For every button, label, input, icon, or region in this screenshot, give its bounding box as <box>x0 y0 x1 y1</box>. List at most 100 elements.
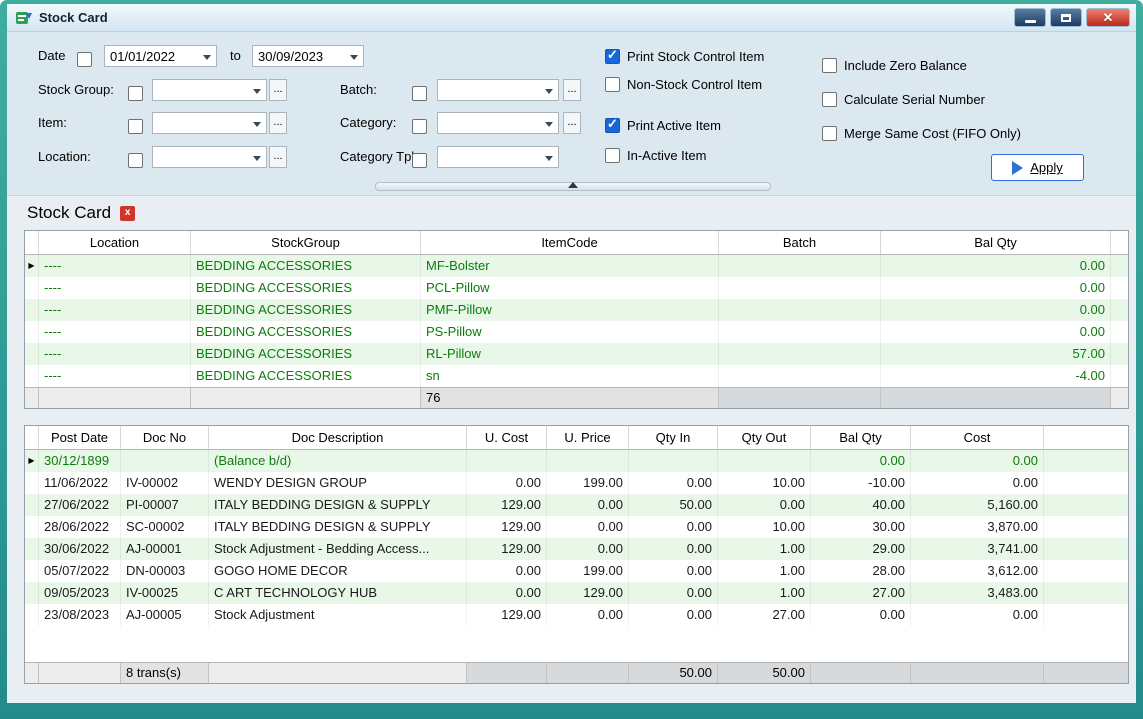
column-header-stockgroup[interactable]: StockGroup <box>191 231 421 254</box>
cell: RL-Pillow <box>421 343 719 365</box>
date-label: Date <box>38 45 65 67</box>
items-grid-footer: 76 <box>25 387 1128 408</box>
checkbox-calculate-serial-number[interactable]: Calculate Serial Number <box>822 88 985 110</box>
cell: 0.00 <box>467 560 547 582</box>
cell: 50.00 <box>629 494 718 516</box>
location-combo[interactable] <box>152 146 267 168</box>
tab-stock-card[interactable]: Stock Card <box>27 203 111 223</box>
column-header-u-cost[interactable]: U. Cost <box>467 426 547 449</box>
table-row[interactable]: 28/06/2022SC-00002ITALY BEDDING DESIGN &… <box>25 516 1128 538</box>
tab-close-icon[interactable]: x <box>120 206 135 221</box>
cell: Stock Adjustment - Bedding Access... <box>209 538 467 560</box>
stock-group-combo[interactable] <box>152 79 267 101</box>
cell <box>718 450 811 472</box>
apply-button-label: Apply <box>1030 160 1063 175</box>
column-header-bal-qty[interactable]: Bal Qty <box>811 426 911 449</box>
table-row[interactable]: 05/07/2022DN-00003GOGO HOME DECOR0.00199… <box>25 560 1128 582</box>
column-header-doc-description[interactable]: Doc Description <box>209 426 467 449</box>
item-combo[interactable] <box>152 112 267 134</box>
item-checkbox-box <box>128 119 143 134</box>
column-header-location[interactable]: Location <box>39 231 191 254</box>
table-row[interactable]: 11/06/2022IV-00002WENDY DESIGN GROUP0.00… <box>25 472 1128 494</box>
category-tpl-combo[interactable] <box>437 146 559 168</box>
cell: 199.00 <box>547 472 629 494</box>
transactions-grid-header: Post DateDoc NoDoc DescriptionU. CostU. … <box>25 426 1128 450</box>
category-tpl-label: Category Tpl: <box>340 146 418 168</box>
column-header-bal-qty[interactable]: Bal Qty <box>881 231 1111 254</box>
table-row[interactable]: ----BEDDING ACCESSORIESsn-4.00 <box>25 365 1128 387</box>
cell: 0.00 <box>629 582 718 604</box>
checkbox-include-zero-balance[interactable]: Include Zero Balance <box>822 54 967 76</box>
minimize-button[interactable] <box>1014 8 1046 27</box>
column-header-itemcode[interactable]: ItemCode <box>421 231 719 254</box>
batch-browse-button[interactable]: ... <box>563 79 581 101</box>
checkbox-box <box>605 77 620 92</box>
footer-cell <box>25 388 39 408</box>
table-row[interactable]: ----BEDDING ACCESSORIESPS-Pillow0.00 <box>25 321 1128 343</box>
date-to-label: to <box>230 45 241 67</box>
cell: WENDY DESIGN GROUP <box>209 472 467 494</box>
cell: BEDDING ACCESSORIES <box>191 343 421 365</box>
footer-cell <box>1111 388 1128 408</box>
category-combo[interactable] <box>437 112 559 134</box>
table-row[interactable]: 27/06/2022PI-00007ITALY BEDDING DESIGN &… <box>25 494 1128 516</box>
column-header-qty-in[interactable]: Qty In <box>629 426 718 449</box>
cell: 0.00 <box>811 604 911 626</box>
table-row[interactable]: 09/05/2023IV-00025C ART TECHNOLOGY HUB0.… <box>25 582 1128 604</box>
cell: MF-Bolster <box>421 255 719 277</box>
item-checkbox[interactable] <box>128 112 143 134</box>
cell: 129.00 <box>467 604 547 626</box>
date-from-combo[interactable]: 01/01/2022 <box>104 45 217 67</box>
checkbox-merge-same-cost-fifo-only-[interactable]: Merge Same Cost (FIFO Only) <box>822 122 1021 144</box>
column-header-batch[interactable]: Batch <box>719 231 881 254</box>
checkbox-print-active-item[interactable]: Print Active Item <box>605 114 721 136</box>
batch-combo[interactable] <box>437 79 559 101</box>
footer-cell <box>467 663 547 683</box>
checkbox-non-stock-control-item[interactable]: Non-Stock Control Item <box>605 73 762 95</box>
checkbox-label: Non-Stock Control Item <box>627 77 762 92</box>
column-header-doc-no[interactable]: Doc No <box>121 426 209 449</box>
table-row[interactable]: ▶----BEDDING ACCESSORIESMF-Bolster0.00 <box>25 255 1128 277</box>
category-browse-button[interactable]: ... <box>563 112 581 134</box>
checkbox-in-active-item[interactable]: In-Active Item <box>605 144 706 166</box>
column-header-cost[interactable]: Cost <box>911 426 1044 449</box>
checkbox-label: Print Active Item <box>627 118 721 133</box>
row-marker <box>25 582 39 604</box>
category-checkbox-box <box>412 119 427 134</box>
panel-collapse-splitter[interactable] <box>375 182 771 191</box>
row-marker <box>25 560 39 582</box>
cell: 27.00 <box>811 582 911 604</box>
column-header-u-price[interactable]: U. Price <box>547 426 629 449</box>
close-button[interactable]: ✕ <box>1086 8 1130 27</box>
column-header-post-date[interactable]: Post Date <box>39 426 121 449</box>
current-row-marker-icon: ▶ <box>25 450 39 472</box>
table-row[interactable]: ----BEDDING ACCESSORIESPMF-Pillow0.00 <box>25 299 1128 321</box>
stock-group-checkbox[interactable] <box>128 79 143 101</box>
item-browse-button[interactable]: ... <box>269 112 287 134</box>
row-spacer <box>1111 343 1128 365</box>
location-checkbox[interactable] <box>128 146 143 168</box>
checkbox-print-stock-control-item[interactable]: Print Stock Control Item <box>605 45 764 67</box>
row-marker <box>25 516 39 538</box>
cell: 0.00 <box>629 604 718 626</box>
apply-button[interactable]: Apply <box>991 154 1084 181</box>
cell: BEDDING ACCESSORIES <box>191 321 421 343</box>
location-browse-button[interactable]: ... <box>269 146 287 168</box>
table-row[interactable]: 30/06/2022AJ-00001Stock Adjustment - Bed… <box>25 538 1128 560</box>
table-row[interactable]: ----BEDDING ACCESSORIESPCL-Pillow0.00 <box>25 277 1128 299</box>
category-checkbox[interactable] <box>412 112 427 134</box>
date-checkbox[interactable] <box>77 45 92 67</box>
stock-group-browse-button[interactable]: ... <box>269 79 287 101</box>
table-row[interactable]: 23/08/2023AJ-00005Stock Adjustment129.00… <box>25 604 1128 626</box>
table-row[interactable]: ----BEDDING ACCESSORIESRL-Pillow57.00 <box>25 343 1128 365</box>
batch-checkbox[interactable] <box>412 79 427 101</box>
checkbox-label: Calculate Serial Number <box>844 92 985 107</box>
category-tpl-checkbox[interactable] <box>412 146 427 168</box>
column-header-qty-out[interactable]: Qty Out <box>718 426 811 449</box>
items-count: 76 <box>421 388 719 408</box>
date-to-combo[interactable]: 30/09/2023 <box>252 45 364 67</box>
stock-card-app-icon <box>15 10 33 26</box>
maximize-button[interactable] <box>1050 8 1082 27</box>
grid-filler <box>25 626 1128 662</box>
table-row[interactable]: ▶30/12/1899(Balance b/d)0.000.00 <box>25 450 1128 472</box>
